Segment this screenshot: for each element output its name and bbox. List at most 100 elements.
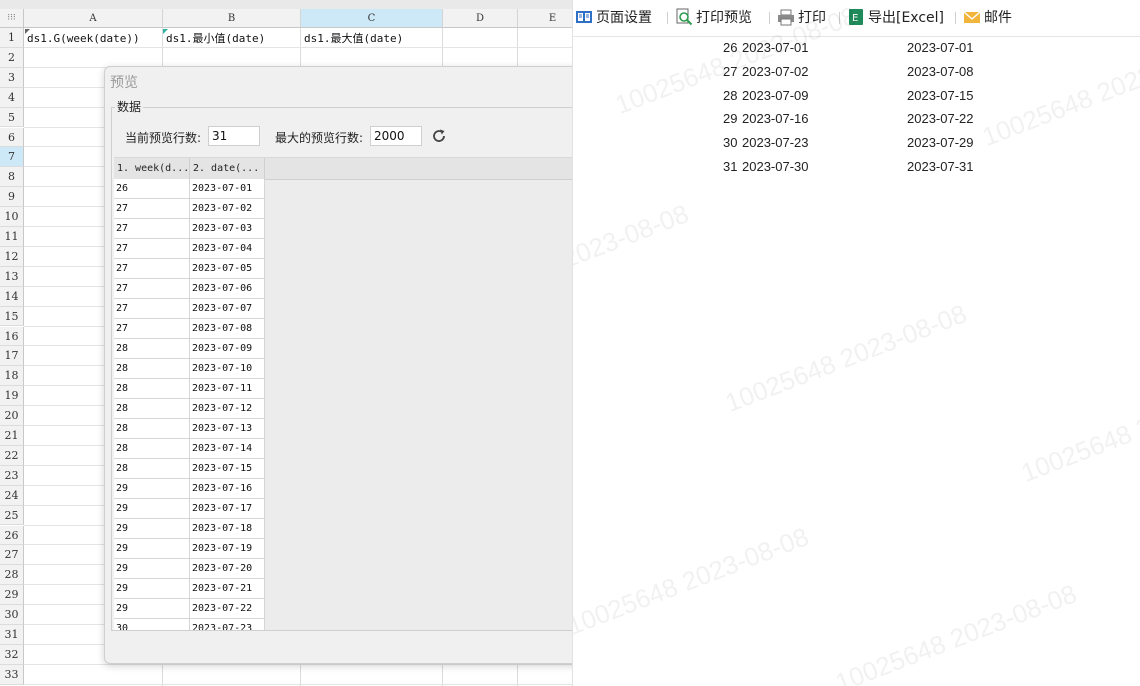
- row-header-13[interactable]: 13: [0, 266, 24, 287]
- week-cell: 28: [114, 339, 190, 359]
- row-header-29[interactable]: 29: [0, 585, 24, 606]
- row-header-17[interactable]: 17: [0, 346, 24, 367]
- refresh-icon[interactable]: [431, 128, 447, 144]
- row-header-6[interactable]: 6: [0, 127, 24, 148]
- row-header-12[interactable]: 12: [0, 246, 24, 267]
- page-setup-button[interactable]: 页面设置: [575, 8, 652, 28]
- export-excel-button[interactable]: E 导出[Excel]: [847, 8, 944, 28]
- week-cell: 28: [114, 379, 190, 399]
- column-header-b[interactable]: B: [163, 9, 301, 28]
- report-toolbar: 页面设置 打印预览 打印 E 导出[Excel] 邮件: [573, 0, 1140, 37]
- report-min-date-cell: 2023-07-09: [742, 87, 809, 103]
- max-rows-label: 最大的预览行数:: [275, 131, 364, 145]
- row-header-15[interactable]: 15: [0, 306, 24, 327]
- column-header-d[interactable]: D: [443, 9, 518, 28]
- preview-table: 1. week(d... 2. date(... 26 2023-07-01 27 2…: [114, 157, 585, 630]
- row-header-23[interactable]: 23: [0, 465, 24, 486]
- row-header-21[interactable]: 21: [0, 426, 24, 446]
- print-button[interactable]: 打印: [777, 8, 826, 28]
- row-header-5[interactable]: 5: [0, 107, 24, 128]
- week-cell: 28: [114, 399, 190, 419]
- excel-icon: E: [849, 9, 863, 25]
- preview-table-header: 1. week(d... 2. date(...: [114, 158, 585, 180]
- row-header-27[interactable]: 27: [0, 545, 24, 566]
- row-header-9[interactable]: 9: [0, 187, 24, 208]
- row-header-16[interactable]: 16: [0, 326, 24, 347]
- week-cell: 28: [114, 359, 190, 379]
- data-group-label: 数据: [115, 98, 144, 115]
- week-cell: 29: [114, 499, 190, 519]
- print-preview-button[interactable]: 打印预览: [675, 8, 752, 28]
- select-all-corner[interactable]: ⁝⁝⁝: [0, 9, 24, 28]
- cell-b1[interactable]: ds1.最小值(date): [164, 29, 301, 48]
- watermark: 10025648 2023-08-08: [1017, 368, 1140, 489]
- week-cell: 26: [114, 179, 190, 199]
- row-header-14[interactable]: 14: [0, 286, 24, 307]
- date-cell: 2023-07-04: [190, 239, 265, 259]
- week-cell: 27: [114, 259, 190, 279]
- week-cell: 27: [114, 199, 190, 219]
- report-max-date-cell: 2023-07-31: [907, 159, 974, 174]
- print-preview-icon: [676, 8, 693, 26]
- row-header-24[interactable]: 24: [0, 485, 24, 506]
- report-week-cell: 29: [723, 111, 738, 127]
- report-week-cell: 26: [723, 40, 738, 55]
- row-header-18[interactable]: 18: [0, 366, 24, 387]
- column-header-a[interactable]: A: [24, 9, 163, 28]
- date-cell: 2023-07-19: [190, 539, 265, 559]
- date-cell: 2023-07-05: [190, 259, 265, 279]
- report-min-date-cell: 2023-07-01: [742, 40, 809, 55]
- toolbar-separator: [667, 12, 668, 24]
- week-cell: 28: [114, 459, 190, 479]
- row-header-31[interactable]: 31: [0, 625, 24, 645]
- date-cell: 2023-07-14: [190, 439, 265, 459]
- cell-a1[interactable]: ds1.G(week(date)): [25, 29, 163, 48]
- date-cell: 2023-07-17: [190, 499, 265, 519]
- row-header-1[interactable]: 1: [0, 28, 24, 48]
- mail-label: 邮件: [984, 10, 1012, 26]
- week-cell: 29: [114, 479, 190, 499]
- mail-button[interactable]: 邮件: [963, 8, 1012, 28]
- row-header-10[interactable]: 10: [0, 207, 24, 227]
- row-header-30[interactable]: 30: [0, 605, 24, 625]
- date-cell: 2023-07-08: [190, 319, 265, 339]
- week-cell: 27: [114, 239, 190, 259]
- column-header-week[interactable]: 1. week(d...: [114, 158, 190, 179]
- row-header-22[interactable]: 22: [0, 445, 24, 466]
- row-header-20[interactable]: 20: [0, 406, 24, 426]
- watermark: 10025648 2023-08-08: [721, 298, 971, 419]
- max-rows-input[interactable]: 2000: [370, 126, 422, 146]
- row-header-2[interactable]: 2: [0, 47, 24, 68]
- report-min-date-cell: 2023-07-16: [742, 111, 809, 127]
- row-header-28[interactable]: 28: [0, 565, 24, 586]
- report-max-date-cell: 2023-07-29: [907, 135, 974, 151]
- watermark: 10025648 2023-08-08: [572, 198, 693, 318]
- current-rows-input[interactable]: 31: [208, 126, 260, 146]
- date-cell: 2023-07-23: [190, 619, 265, 630]
- row-header-7[interactable]: 7: [0, 147, 24, 168]
- row-header-8[interactable]: 8: [0, 167, 24, 188]
- date-cell: 2023-07-13: [190, 419, 265, 439]
- row-header-33[interactable]: 33: [0, 664, 24, 685]
- watermark: 10025648 2023-08-08: [572, 521, 813, 642]
- row-header-26[interactable]: 26: [0, 525, 24, 546]
- column-header-e[interactable]: E: [518, 9, 572, 28]
- row-header-19[interactable]: 19: [0, 386, 24, 407]
- row-header-3[interactable]: 3: [0, 67, 24, 88]
- date-cell: 2023-07-10: [190, 359, 265, 379]
- week-cell: 27: [114, 299, 190, 319]
- date-cell: 2023-07-15: [190, 459, 265, 479]
- row-header-25[interactable]: 25: [0, 505, 24, 526]
- cell-c1[interactable]: ds1.最大值(date): [302, 29, 443, 48]
- date-cell: 2023-07-18: [190, 519, 265, 539]
- column-header-c[interactable]: C: [301, 9, 443, 28]
- watermark: 10025648 2023-08-08: [831, 578, 1081, 686]
- row-header-32[interactable]: 32: [0, 644, 24, 665]
- row-header-11[interactable]: 11: [0, 227, 24, 247]
- week-cell: 27: [114, 319, 190, 339]
- row-header-4[interactable]: 4: [0, 87, 24, 108]
- report-max-date-cell: 2023-07-22: [907, 111, 974, 127]
- column-header-date[interactable]: 2. date(...: [190, 158, 265, 179]
- dialog-title: 预览: [110, 75, 138, 91]
- print-preview-label: 打印预览: [696, 10, 752, 26]
